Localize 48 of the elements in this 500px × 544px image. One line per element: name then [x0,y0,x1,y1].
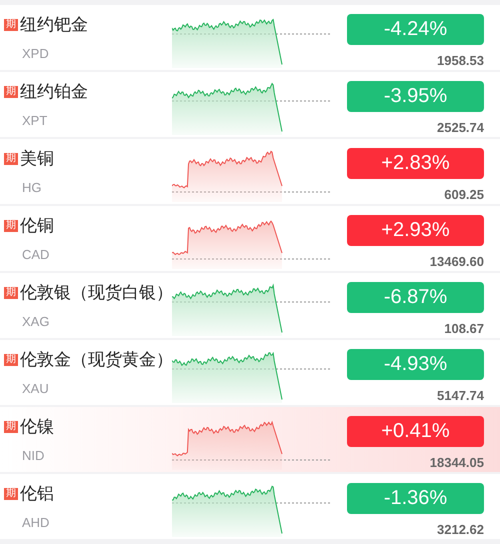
instrument-name: 伦镍 [20,416,54,438]
instrument-code: XAG [22,313,50,331]
price: 1958.53 [437,52,484,70]
price: 108.67 [444,320,484,338]
price: 609.25 [444,186,484,204]
quote-row[interactable]: 期 伦镍 NID +0.41% 18344.05 [0,407,500,472]
quote-row[interactable]: 期 纽约铂金 XPT -3.95% 2525.74 [0,72,500,137]
change-badge: -4.24% [347,14,484,44]
price: 13469.60 [430,252,484,270]
instrument-code: XPD [22,45,49,63]
instrument-code: HG [22,179,42,197]
price: 3212.62 [437,520,484,538]
price: 2525.74 [437,118,484,136]
instrument-name: 美铜 [20,148,54,170]
futures-badge: 期 [4,153,18,165]
quote-row[interactable]: 期 美铜 HG +2.83% 609.25 [0,139,500,204]
instrument-name: 伦敦银（现货白银） [20,282,173,304]
instrument-code: NID [22,447,44,465]
change-badge: +2.83% [347,148,484,178]
change-badge: -3.95% [347,81,484,112]
change-badge: +0.41% [347,416,484,446]
change-badge: +2.93% [347,215,484,246]
instrument-name: 伦铜 [20,215,54,237]
quote-row[interactable]: 期 纽约钯金 XPD -4.24% 1958.53 [0,5,500,70]
instrument-code: AHD [22,514,50,532]
futures-badge: 期 [4,19,18,31]
price: 5147.74 [437,386,484,404]
quote-row[interactable]: 期 伦铜 CAD +2.93% 13469.60 [0,206,500,271]
futures-badge: 期 [4,86,18,98]
futures-badge: 期 [4,421,18,433]
futures-badge: 期 [4,488,18,500]
quote-row[interactable]: 期 伦铝 AHD -1.36% 3212.62 [0,474,500,539]
instrument-code: XPT [22,112,48,130]
futures-badge: 期 [4,287,18,299]
change-badge: -4.93% [347,349,484,380]
futures-badge: 期 [4,354,18,366]
instrument-code: XAU [22,380,49,398]
instrument-name: 纽约钯金 [20,14,88,36]
change-badge: -6.87% [347,282,484,312]
instrument-code: CAD [22,246,50,264]
price: 18344.05 [430,454,484,472]
quote-row[interactable]: 期 伦敦金（现货黄金） XAU -4.93% 5147.74 [0,340,500,405]
instrument-name: 伦敦金（现货黄金） [20,349,173,371]
instrument-name: 伦铝 [20,483,54,505]
futures-badge: 期 [4,220,18,232]
change-badge: -1.36% [347,483,484,514]
quote-row[interactable]: 期 伦敦银（现货白银） XAG -6.87% 108.67 [0,273,500,338]
instrument-name: 纽约铂金 [20,81,88,103]
